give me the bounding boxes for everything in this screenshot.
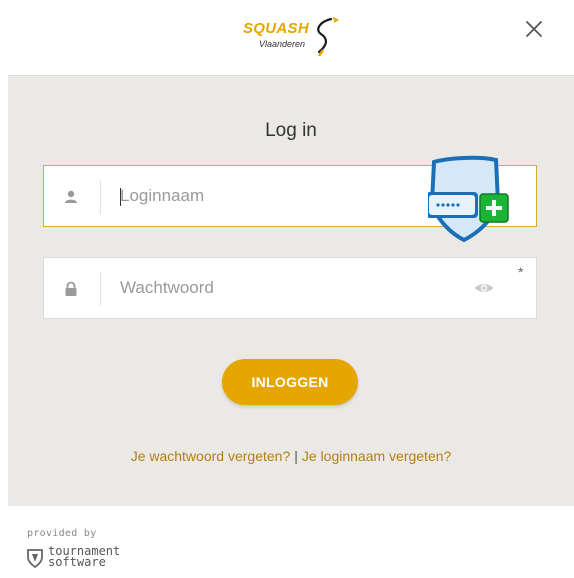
tournament-software-shield-icon: [27, 549, 43, 568]
header: SQUASH Vlaanderen: [0, 0, 574, 74]
logo-subtext: Vlaanderen: [259, 39, 306, 49]
field-divider: [100, 180, 101, 214]
brand-line-2: software: [48, 555, 106, 569]
recovery-links: Je wachtwoord vergeten? | Je loginnaam ver…: [8, 448, 574, 464]
tournament-software-logo[interactable]: tournament software: [27, 545, 157, 576]
logo-text: SQUASH: [243, 20, 309, 37]
lock-icon: [65, 281, 77, 296]
login-dialog: SQUASH Vlaanderen Log in Loginnaam * INL…: [0, 0, 574, 578]
field-divider: [100, 272, 101, 306]
forgot-username-link[interactable]: Je loginnaam vergeten?: [302, 448, 451, 464]
close-icon: [526, 21, 542, 37]
password-field[interactable]: *: [43, 257, 537, 319]
squash-vlaanderen-logo: SQUASH Vlaanderen: [243, 10, 339, 60]
forgot-password-link[interactable]: Je wachtwoord vergeten?: [131, 448, 291, 464]
password-input[interactable]: [120, 258, 420, 318]
user-icon: [65, 190, 77, 203]
squash-swoosh-icon: [317, 17, 339, 56]
footer: provided by tournament software: [27, 528, 120, 568]
page-title: Log in: [265, 120, 317, 141]
link-separator: |: [294, 448, 298, 464]
show-password-eye-icon[interactable]: [474, 280, 494, 296]
text-caret: [120, 188, 121, 206]
password-manager-shield-icon[interactable]: [428, 154, 512, 244]
username-input[interactable]: [120, 166, 420, 226]
close-button[interactable]: [519, 14, 549, 44]
provided-by-label: provided by: [27, 528, 97, 539]
login-panel: Log in *: [8, 75, 574, 506]
tournament-software-text: tournament software: [48, 545, 120, 569]
required-marker: *: [518, 264, 524, 280]
login-button[interactable]: INLOGGEN: [222, 359, 358, 405]
